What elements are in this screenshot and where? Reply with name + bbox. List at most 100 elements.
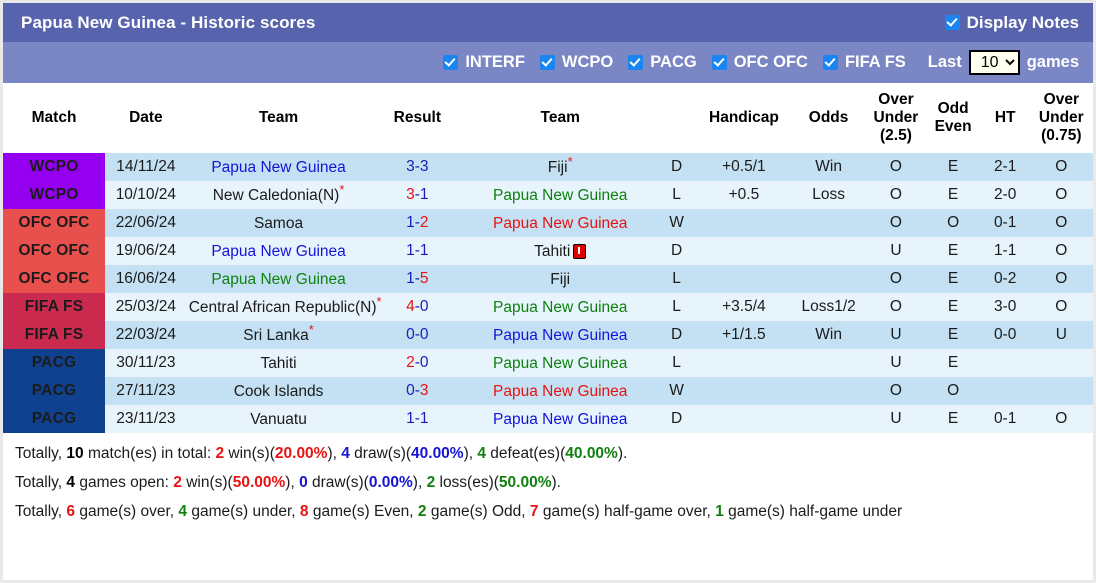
col-away-team: Team: [464, 83, 657, 154]
home-team[interactable]: Tahiti: [186, 349, 371, 378]
summary-text: game(s) Odd,: [426, 502, 530, 520]
home-team[interactable]: Samoa: [186, 209, 371, 238]
league-filter-label: INTERF: [465, 53, 525, 71]
table-row[interactable]: PACG 23/11/23 Vanuatu 1-1 Papua New Guinea D U…: [3, 405, 1093, 434]
home-team[interactable]: Papua New Guinea: [186, 237, 371, 266]
handicap-value: [696, 405, 791, 434]
col-over-under-075: Over Under (0.75): [1029, 83, 1093, 154]
league-filter-label: PACG: [650, 53, 697, 71]
away-team-label: Papua New Guinea: [493, 298, 628, 316]
half-time-score: 2-1: [980, 153, 1030, 182]
half-time-score: 0-1: [980, 209, 1030, 238]
away-team[interactable]: Papua New Guinea: [464, 377, 657, 406]
neutral-venue-star-icon: *: [339, 181, 345, 197]
outcome-letter: D: [656, 405, 697, 434]
away-team[interactable]: Fiji*: [464, 153, 657, 182]
odds-result: [790, 265, 867, 294]
league-filter-interf[interactable]: INTERF: [443, 53, 525, 72]
table-row[interactable]: WCPO 14/11/24 Papua New Guinea 3-3 Fiji* D +0.…: [3, 153, 1093, 182]
table-row[interactable]: PACG 30/11/23 Tahiti 2-0 Papua New Guinea L U E: [3, 349, 1093, 378]
match-date: 22/06/24: [105, 209, 187, 238]
outcome-letter: D: [656, 321, 697, 350]
summary-text: 10: [66, 445, 84, 463]
col-ou25-line1: Over: [878, 91, 914, 108]
odd-even-value: E: [925, 293, 981, 322]
handicap-value: +1/1.5: [696, 321, 791, 350]
away-team-label: Papua New Guinea: [493, 382, 628, 400]
match-result: 1-1: [370, 237, 465, 266]
away-score: 3: [419, 158, 429, 176]
odds-result: [790, 377, 867, 406]
outcome-letter: D: [656, 237, 697, 266]
odds-result: Loss: [790, 181, 867, 210]
col-result: Result: [370, 83, 465, 154]
summary-text: 4: [477, 445, 486, 463]
table-row[interactable]: WCPO 10/10/24 New Caledonia(N)* 3-1 Papua Ne…: [3, 181, 1093, 210]
away-team[interactable]: Papua New Guinea: [464, 181, 657, 210]
home-team[interactable]: Central African Republic(N)*: [186, 293, 382, 322]
checkbox-icon[interactable]: [822, 55, 838, 70]
table-row[interactable]: OFC OFC 16/06/24 Papua New Guinea 1-5 Fiji L O…: [3, 265, 1093, 294]
over-under-075-value: O: [1029, 181, 1093, 210]
away-team[interactable]: Tahiti: [464, 237, 657, 266]
display-notes-toggle[interactable]: Display Notes: [944, 13, 1079, 33]
display-notes-checkbox[interactable]: [944, 15, 960, 30]
title-bar: Papua New Guinea - Historic scores Displ…: [3, 3, 1093, 42]
summary-text: 4: [341, 445, 350, 463]
home-team[interactable]: Vanuatu: [186, 405, 371, 434]
checkbox-icon[interactable]: [711, 55, 727, 70]
home-team[interactable]: Papua New Guinea: [186, 153, 371, 182]
away-score: 2: [419, 214, 429, 232]
col-oe-line2: Even: [934, 117, 972, 135]
match-date: 27/11/23: [105, 377, 187, 406]
handicap-value: [696, 349, 791, 378]
home-team[interactable]: Papua New Guinea: [186, 265, 371, 294]
league-filter-pacg[interactable]: PACG: [628, 53, 697, 72]
away-team[interactable]: Papua New Guinea: [464, 293, 657, 322]
home-team[interactable]: Cook Islands: [186, 377, 371, 406]
handicap-value: [696, 265, 791, 294]
checkbox-icon[interactable]: [443, 55, 459, 70]
league-badge: PACG: [3, 349, 106, 378]
col-outcome: [656, 83, 697, 154]
col-ou25-line2: Under: [873, 108, 919, 126]
home-team[interactable]: Sri Lanka*: [186, 321, 371, 350]
home-score: 1: [406, 214, 415, 232]
league-badge: WCPO: [3, 153, 106, 182]
table-row[interactable]: PACG 27/11/23 Cook Islands 0-3 Papua New Gui…: [3, 377, 1093, 406]
table-row[interactable]: FIFA FS 22/03/24 Sri Lanka* 0-0 Papua New Gu…: [3, 321, 1093, 350]
table-row[interactable]: FIFA FS 25/03/24 Central African Republic(…: [3, 293, 1093, 322]
summary-text: win(s)(: [224, 445, 275, 463]
odd-even-value: E: [925, 405, 981, 434]
summary-text: 4: [178, 502, 188, 520]
summary-text: loss(es)(: [435, 474, 499, 492]
home-team[interactable]: New Caledonia(N)*: [186, 181, 371, 210]
league-badge: FIFA FS: [3, 321, 106, 350]
match-date: 23/11/23: [105, 405, 187, 434]
over-under-25-value: O: [866, 181, 926, 210]
away-team[interactable]: Papua New Guinea: [464, 209, 657, 238]
odds-result: [790, 349, 867, 378]
away-team[interactable]: Fiji: [464, 265, 657, 294]
table-row[interactable]: OFC OFC 19/06/24 Papua New Guinea 1-1 Tahiti…: [3, 237, 1093, 266]
match-result: 0-3: [370, 377, 465, 406]
away-team[interactable]: Papua New Guinea: [464, 349, 657, 378]
home-score: 0: [406, 382, 415, 400]
over-under-25-value: O: [866, 377, 926, 406]
neutral-venue-star-icon: *: [308, 321, 314, 337]
league-filter-fifa-fs[interactable]: FIFA FS: [822, 53, 906, 72]
last-games-select[interactable]: 10203050: [968, 50, 1020, 75]
away-team[interactable]: Papua New Guinea: [464, 405, 657, 434]
league-filter-wcpo[interactable]: WCPO: [539, 53, 613, 72]
over-under-075-value: O: [1029, 293, 1093, 322]
home-score: 0: [406, 326, 415, 344]
home-score: 1: [406, 410, 415, 428]
checkbox-icon[interactable]: [628, 55, 644, 70]
handicap-value: [696, 377, 791, 406]
table-row[interactable]: OFC OFC 22/06/24 Samoa 1-2 Papua New Guinea W…: [3, 209, 1093, 238]
checkbox-icon[interactable]: [539, 55, 555, 70]
away-team[interactable]: Papua New Guinea: [464, 321, 657, 350]
league-filter-ofc-ofc[interactable]: OFC OFC: [711, 53, 808, 72]
summary-text: 2: [426, 474, 436, 492]
match-date: 10/10/24: [105, 181, 187, 210]
